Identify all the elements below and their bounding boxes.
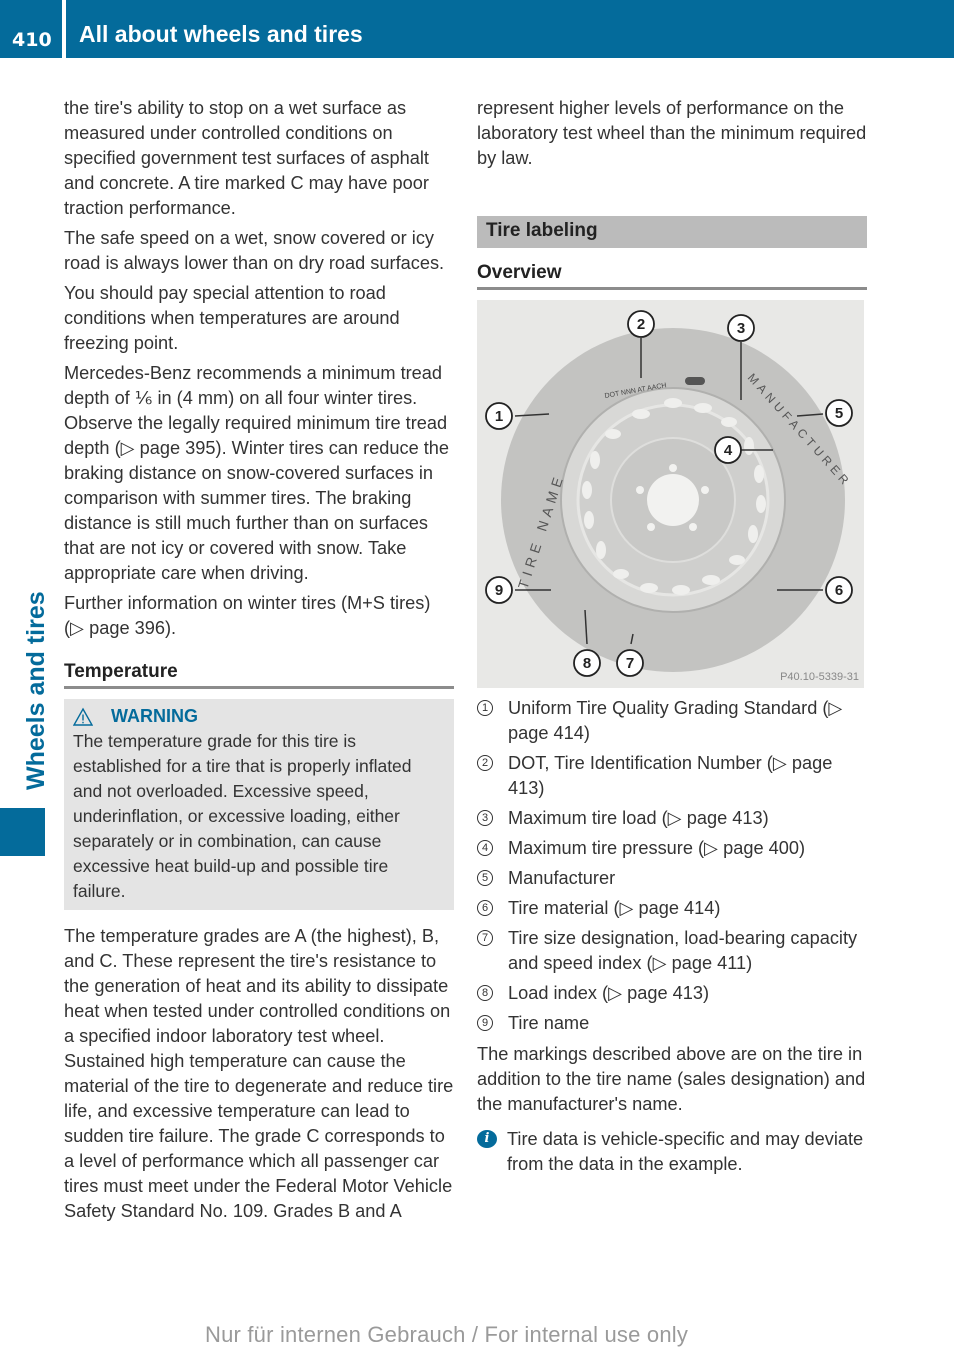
warning-label: WARNING [111, 706, 198, 726]
legend-text: Tire name [508, 1013, 590, 1033]
legend-text: Maximum tire pressure (▷ page 400) [508, 838, 806, 858]
legend-text: Manufacturer [508, 868, 616, 888]
internal-use-watermark: Nur für internen Gebrauch / For internal… [205, 1322, 689, 1347]
callout-4: 4 [714, 436, 742, 464]
paragraph: Mercedes-Benz recommends a minimum tread… [64, 363, 450, 583]
svg-text:6: 6 [835, 582, 843, 599]
svg-text:3: 3 [737, 320, 745, 337]
info-note: i Tire data is vehicle-specific and may … [477, 1127, 867, 1177]
temperature-heading: Temperature [64, 659, 454, 689]
header-divider [62, 0, 66, 58]
side-tab-marker [0, 808, 45, 856]
page-title: All about wheels and tires [79, 21, 363, 47]
tire-diagram: TIRE NAME MANUFACTURER DOT NNN AT AACH 1… [477, 300, 864, 688]
svg-text:5: 5 [835, 405, 843, 422]
paragraph: The safe speed on a wet, snow covered or… [64, 228, 445, 273]
legend-list: 1 Uniform Tire Quality Grading Standard (… [477, 696, 867, 1036]
legend-text: Uniform Tire Quality Grading Standard (▷… [508, 698, 843, 743]
info-icon: i [477, 1130, 497, 1148]
legend-item: 9 Tire name [477, 1011, 867, 1036]
callout-5: 5 [825, 399, 853, 427]
warning-triangle-icon [73, 707, 93, 726]
info-text: Tire data is vehicle-specific and may de… [507, 1129, 864, 1174]
legend-number: 6 [477, 900, 493, 916]
legend-item: 6 Tire material (▷ page 414) [477, 896, 867, 921]
callout-6: 6 [825, 576, 853, 604]
overview-heading: Overview [477, 260, 867, 290]
left-column: the tire's ability to stop on a wet surf… [64, 96, 454, 1229]
page-header: 410 All about wheels and tires [0, 0, 954, 58]
legend-text: Maximum tire load (▷ page 413) [508, 808, 769, 828]
section-title: Tire labeling [477, 216, 867, 248]
wheel-hub [647, 474, 699, 526]
legend-text: Tire size designation, load-bearing capa… [508, 928, 858, 973]
svg-text:1: 1 [495, 408, 503, 425]
paragraph: The markings described above are on the … [477, 1044, 866, 1114]
page-number: 410 [12, 29, 52, 51]
legend-number: 2 [477, 755, 493, 771]
legend-item: 5 Manufacturer [477, 866, 867, 891]
svg-text:2: 2 [637, 316, 645, 333]
legend-item: 8 Load index (▷ page 413) [477, 981, 867, 1006]
legend-number: 4 [477, 840, 493, 856]
warning-text: The temperature grade for this tire is e… [73, 731, 412, 901]
callout-1: 1 [485, 402, 513, 430]
paragraph: You should pay special attention to road… [64, 283, 400, 353]
legend-number: 8 [477, 985, 493, 1001]
legend-text: Load index (▷ page 413) [508, 983, 710, 1003]
warning-box: WARNING The temperature grade for this t… [64, 699, 454, 910]
legend-number: 9 [477, 1015, 493, 1031]
callout-8: 8 [573, 649, 601, 677]
right-column: represent higher levels of performance o… [477, 96, 867, 1177]
legend-number: 5 [477, 870, 493, 886]
side-tab-label: Wheels and tires [22, 591, 50, 790]
paragraph: represent higher levels of performance o… [477, 98, 867, 168]
callout-9: 9 [485, 576, 513, 604]
callout-3: 3 [727, 314, 755, 342]
svg-text:8: 8 [583, 655, 591, 672]
legend-item: 2 DOT, Tire Identification Number (▷ page… [477, 751, 867, 801]
callout-7: 7 [616, 649, 644, 677]
legend-number: 7 [477, 930, 493, 946]
legend-text: DOT, Tire Identification Number (▷ page … [508, 753, 833, 798]
legend-item: 7 Tire size designation, load-bearing cap… [477, 926, 867, 976]
legend-item: 3 Maximum tire load (▷ page 413) [477, 806, 867, 831]
legend-number: 3 [477, 810, 493, 826]
tire-illustration: TIRE NAME MANUFACTURER DOT NNN AT AACH 1… [477, 300, 864, 688]
warning-header: WARNING [73, 704, 445, 729]
legend-item: 4 Maximum tire pressure (▷ page 400) [477, 836, 867, 861]
callout-2: 2 [627, 310, 655, 338]
legend-item: 1 Uniform Tire Quality Grading Standard (… [477, 696, 867, 746]
svg-text:7: 7 [626, 655, 634, 672]
svg-text:9: 9 [495, 582, 503, 599]
figure-code: P40.10-5339-31 [780, 671, 859, 683]
paragraph: Further information on winter tires (M+S… [64, 593, 431, 638]
svg-text:4: 4 [724, 442, 733, 459]
legend-number: 1 [477, 700, 493, 716]
legend-text: Tire material (▷ page 414) [508, 898, 721, 918]
paragraph: The temperature grades are A (the highes… [64, 926, 454, 1221]
paragraph: the tire's ability to stop on a wet surf… [64, 98, 429, 218]
